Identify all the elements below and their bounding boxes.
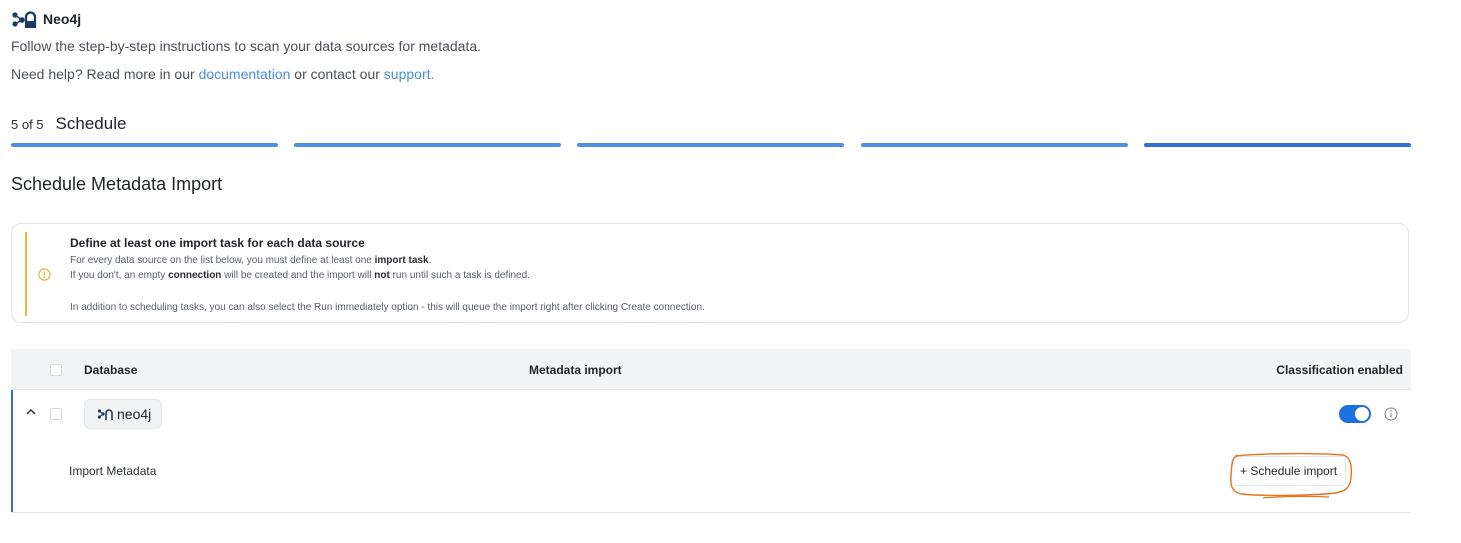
progress-segment-5 xyxy=(1144,143,1411,147)
toggle-knob xyxy=(1355,407,1369,421)
chevron-up-icon[interactable] xyxy=(25,407,37,417)
brand-name: Neo4j xyxy=(43,11,82,27)
help-text: Need help? Read more in our documentatio… xyxy=(11,66,434,82)
database-name: neo4j xyxy=(117,406,152,422)
neo4j-logo-icon xyxy=(12,11,37,28)
column-header-metadata-import: Metadata import xyxy=(529,363,622,377)
intro-text: Follow the step-by-step instructions to … xyxy=(11,38,482,54)
notice-accent-bar xyxy=(25,232,27,316)
column-header-database: Database xyxy=(84,363,138,377)
notice-line-1-post: . xyxy=(428,255,432,266)
warning-circle-icon xyxy=(38,268,51,281)
notice-line-1: For every data source on the list below,… xyxy=(70,255,431,266)
notice-line-2: If you don't, an empty connection will b… xyxy=(70,270,530,281)
help-prefix: Need help? Read more in our xyxy=(11,66,199,82)
notice-line-1-pre: For every data source on the list below,… xyxy=(70,255,375,266)
notice-box: Define at least one import task for each… xyxy=(11,223,1409,323)
notice-line-3: In addition to scheduling tasks, you can… xyxy=(70,302,705,313)
progress-segment-4 xyxy=(861,143,1128,147)
database-chip[interactable]: neo4j xyxy=(84,399,163,429)
data-source-table: Database Metadata import Classification … xyxy=(11,349,1411,513)
import-metadata-label: Import Metadata xyxy=(69,464,157,478)
documentation-link[interactable]: documentation xyxy=(199,66,291,82)
select-all-checkbox[interactable] xyxy=(50,364,62,376)
app-header: Neo4j xyxy=(11,8,81,30)
step-indicator: 5 of 5 Schedule xyxy=(11,114,126,134)
notice-line-2-bold-1: connection xyxy=(168,270,222,281)
info-icon[interactable] xyxy=(1384,407,1398,421)
table-header: Database Metadata import Classification … xyxy=(11,349,1411,390)
row-selected-accent xyxy=(11,390,13,512)
progress-segment-2 xyxy=(294,143,561,147)
progress-segment-3 xyxy=(577,143,844,147)
step-counter: 5 of 5 xyxy=(11,117,44,132)
section-title: Schedule Metadata Import xyxy=(11,174,223,194)
notice-line-1-bold: import task xyxy=(374,255,429,266)
notice-line-2-bold-2: not xyxy=(374,270,390,281)
notice-line-2-post: run until such a task is defined. xyxy=(389,270,530,281)
neo4j-icon xyxy=(97,409,113,420)
column-header-classification: Classification enabled xyxy=(1276,363,1403,377)
notice-title: Define at least one import task for each… xyxy=(70,236,365,250)
step-title: Schedule xyxy=(55,114,127,133)
table-row: neo4j Import Metadata + Schedule import xyxy=(11,390,1411,513)
step-progress xyxy=(11,143,1411,147)
progress-segment-1 xyxy=(11,143,278,147)
row-checkbox[interactable] xyxy=(50,408,62,420)
classification-toggle[interactable] xyxy=(1339,405,1371,423)
notice-line-2-mid: will be created and the import will xyxy=(221,270,375,281)
support-link[interactable]: support. xyxy=(384,66,435,82)
help-middle: or contact our xyxy=(290,66,384,82)
notice-line-2-pre: If you don't, an empty xyxy=(70,270,169,281)
schedule-import-button[interactable]: + Schedule import xyxy=(1231,456,1347,486)
